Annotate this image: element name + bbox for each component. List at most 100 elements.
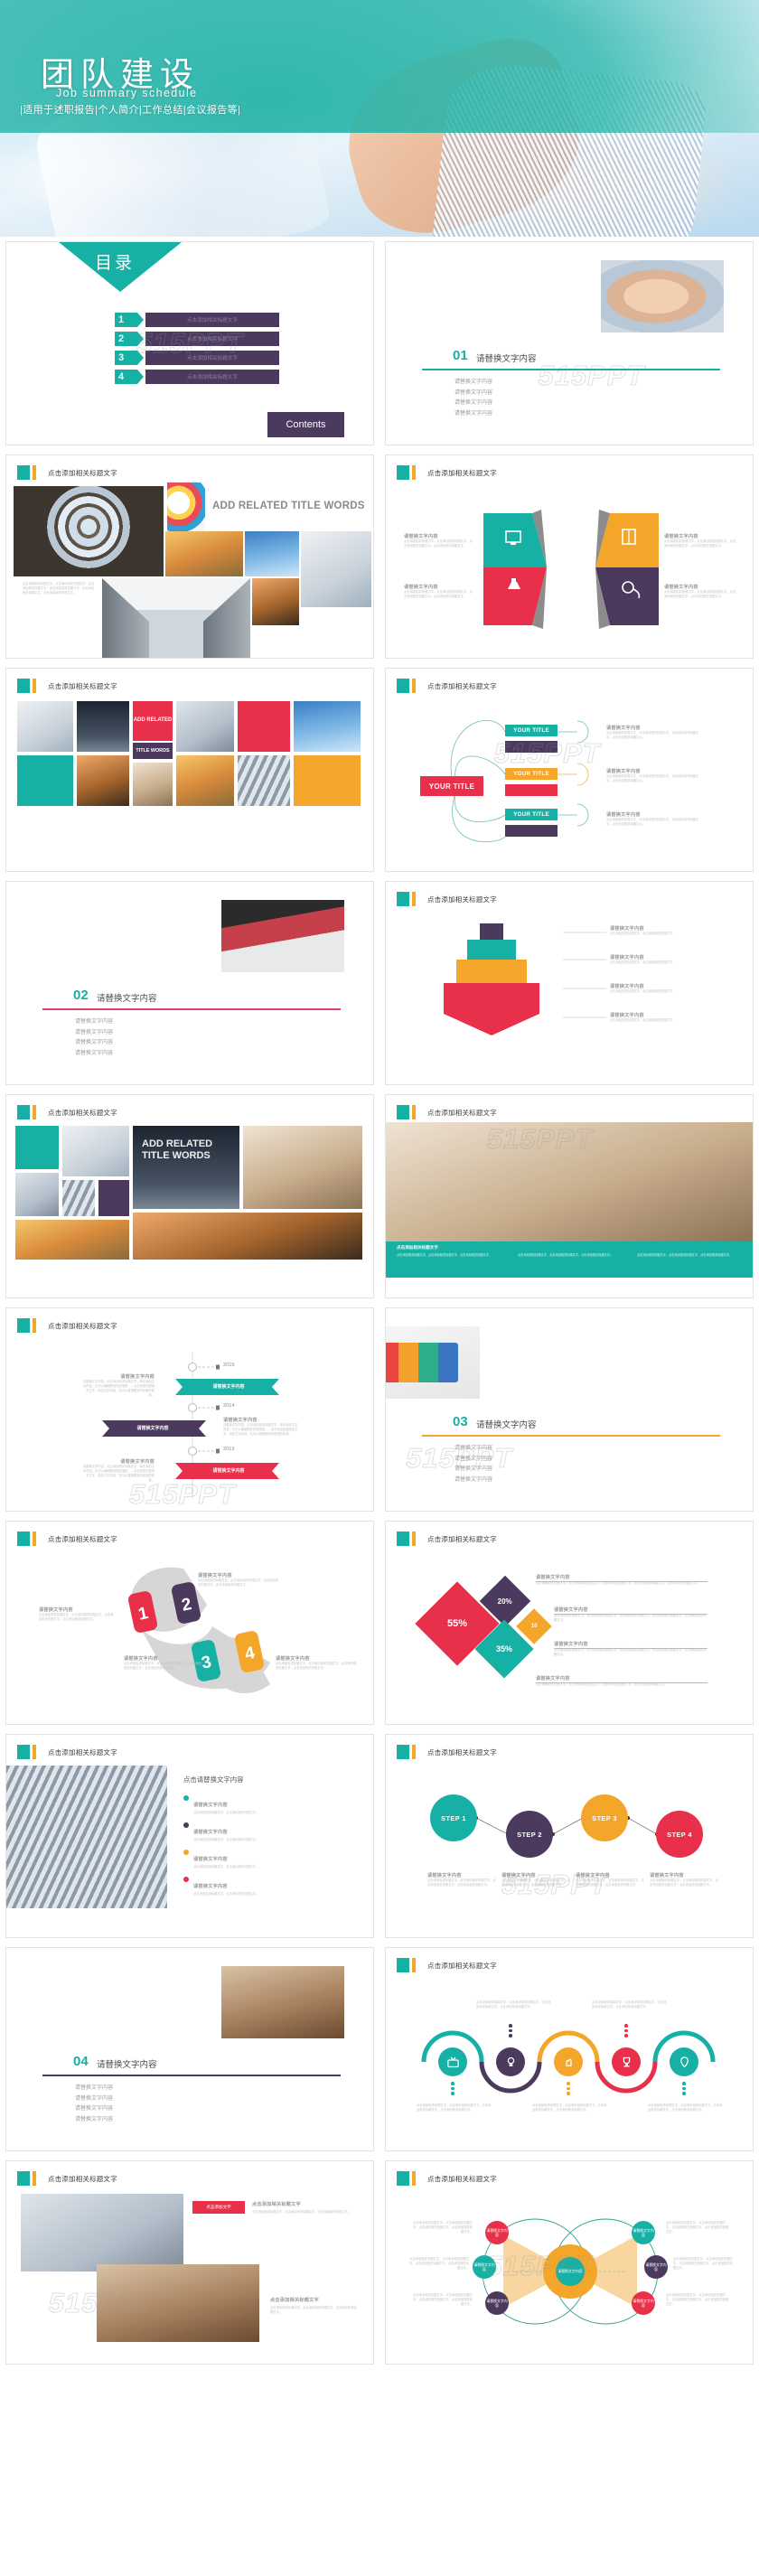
orange-bar-icon: [33, 2171, 36, 2186]
arch-icon-circle[interactable]: [554, 2047, 583, 2076]
venn-node[interactable]: 请替换文字内容: [632, 2291, 655, 2315]
slide-cell[interactable]: 点击添加相关标题文字 1 2 3 4 请替换文字内容 点击添加相关标题文字，点击…: [0, 1516, 380, 1729]
slide-cell[interactable]: 点击添加相关标题文字 点击添加文字 点击添加相关标题文字 点击添加相关标题文字，…: [0, 2156, 380, 2369]
venn-note: 点击添加相关标题文字，点击添加相关标题文字，点击添加相关标题文字，点击添加相关标…: [413, 2293, 473, 2306]
venn-note: 点击添加相关标题文字，点击添加相关标题文字，点击添加相关标题文字，点击添加相关标…: [666, 2221, 729, 2234]
arch-icon-circle[interactable]: [612, 2047, 641, 2076]
slide-cell[interactable]: 点击添加相关标题文字 ADD RELATED TITLE WORDS: [0, 1090, 380, 1303]
section-rule: [422, 369, 720, 370]
slide-gallery-1[interactable]: 点击添加相关标题文字 ADD RELATED TITLE WORDS 点击添加相…: [5, 454, 374, 659]
step-circle[interactable]: STEP 4: [656, 1811, 703, 1858]
list-item[interactable]: 4 点击添加相关标题文字: [115, 370, 279, 384]
slide-timeline[interactable]: 点击添加相关标题文字 2015 2014 2013 请替换文字内容 请替换文字内…: [5, 1307, 374, 1512]
contents-button[interactable]: Contents: [267, 412, 344, 437]
slide-cell[interactable]: 点击添加相关标题文字 55% 20% 10 35% 请替换文字内容 点击添加相关…: [380, 1516, 759, 1729]
timeline-year: 2014: [223, 1403, 235, 1409]
list-item: 请替换文字内容: [75, 2095, 114, 2102]
template-preview-page: 团队建设 Job summary schedule |适用于述职报告|个人简介|…: [0, 0, 759, 2576]
venn-node[interactable]: 请替换文字内容: [485, 2291, 509, 2315]
slide-cell[interactable]: 点击添加相关标题文字 点击请替换文字内容 请替换文字内容 点击添加相关标题文字，…: [0, 1729, 380, 1943]
slide-photo-banner[interactable]: 点击添加相关标题文字 点击添加相关标题文字 点击添加相关标题文字，点击添加相关标…: [385, 1094, 754, 1298]
note-body: 点击添加相关标题文字，点击添加相关标题文字，点击添加相关标题文字，点击添加相关标…: [536, 1581, 700, 1585]
arch-icon-circle[interactable]: [670, 2047, 698, 2076]
timeline-note: 请替换文字内容 请替换文字内容，点击添加相关标题文字，单击添加文字内容，在可以编…: [223, 1417, 299, 1437]
note-body: 点击添加相关标题文字，点击添加相关标题文字。: [610, 960, 676, 964]
slide-cell[interactable]: 点击添加相关标题文字 点击添加相关标题文字 点击添加相关标题文字，点击添加相关标…: [380, 1090, 759, 1303]
slide-section-01[interactable]: 01 请替换文字内容 请替换文字内容 请替换文字内容 请替换文字内容 请替换文字…: [385, 241, 754, 445]
venn-node[interactable]: 请替换文字内容: [473, 2255, 496, 2279]
slide-arch-icons[interactable]: 点击添加相关标题文字 点击添加相关标题文字，点击添加相关标题文字，点击添加相关标…: [385, 1947, 754, 2151]
section-number: 03: [453, 1414, 468, 1429]
stack-note: 请替换文字内容 点击添加相关标题文字，点击添加相关标题文字。: [610, 1012, 736, 1023]
slide-steps[interactable]: 点击添加相关标题文字 STEP 1 STEP 2 STEP 3 STEP 4 请…: [385, 1734, 754, 1938]
slide-cell[interactable]: 点击添加相关标题文字 请替换文字内容 请替换文字内容 请替换文字内容 请替换文字…: [380, 2156, 759, 2369]
note-title: 点击添加相关标题文字: [270, 2298, 319, 2303]
arch-icon-circle[interactable]: [496, 2047, 525, 2076]
section-number: 01: [453, 348, 468, 363]
slide-cell[interactable]: 目录 1 点击添加相关标题文字 2 点击添加相关标题文字 3 点击添加相关标题文…: [0, 237, 380, 450]
gesture-icon: [565, 2058, 572, 2066]
note-title: 请替换文字内容: [427, 1873, 462, 1878]
venn-node[interactable]: 请替换文字内容: [485, 2221, 509, 2244]
venn-note: 点击添加相关标题文字，点击添加相关标题文字，点击添加相关标题文字，点击添加相关标…: [409, 2257, 469, 2270]
slide-photo-bullets[interactable]: 点击添加相关标题文字 点击请替换文字内容 请替换文字内容 点击添加相关标题文字，…: [5, 1734, 374, 1938]
slide-header-title: 点击添加相关标题文字: [48, 2174, 117, 2183]
note-body: 点击添加相关标题文字，点击添加相关标题文字。: [193, 1864, 259, 1869]
ribbon-note: 请替换文字内容 点击添加相关标题文字，点击添加相关标题文字，点击添加相关标题文字…: [39, 1606, 115, 1622]
slide-cell[interactable]: 04 请替换文字内容 请替换文字内容 请替换文字内容 请替换文字内容 请替换文字…: [0, 1943, 380, 2156]
list-item[interactable]: 1 点击添加相关标题文字: [115, 313, 279, 327]
list-item: 请替换文字内容: [454, 1477, 493, 1484]
list-item: 请替换文字内容: [454, 411, 493, 417]
step-circle[interactable]: STEP 2: [506, 1811, 553, 1858]
slide-mindmap[interactable]: 点击添加相关标题文字 YOUR TITLE YOUR TITLE YOUR TI…: [385, 668, 754, 872]
photo-desk: [62, 1126, 129, 1176]
slide-photo-pair[interactable]: 点击添加相关标题文字 点击添加文字 点击添加相关标题文字 点击添加相关标题文字，…: [5, 2160, 374, 2365]
slide-cell[interactable]: 点击添加相关标题文字: [380, 450, 759, 663]
slide-venn[interactable]: 点击添加相关标题文字 请替换文字内容 请替换文字内容 请替换文字内容 请替换文字…: [385, 2160, 754, 2365]
slide-section-04[interactable]: 04 请替换文字内容 请替换文字内容 请替换文字内容 请替换文字内容 请替换文字…: [5, 1947, 374, 2151]
photo-desk: [17, 701, 73, 752]
photo-sky: [294, 701, 361, 752]
banner-photo: [386, 1122, 753, 1241]
slide-cell[interactable]: 点击添加相关标题文字 请替换文字内容 点击添加相关标题文字，点击添加相关标题文字…: [380, 876, 759, 1090]
slide-cell[interactable]: 01 请替换文字内容 请替换文字内容 请替换文字内容 请替换文字内容 请替换文字…: [380, 237, 759, 450]
slide-gallery-2[interactable]: 点击添加相关标题文字 ADD RELATED TITLE WORDS: [5, 668, 374, 872]
step-note: 请替换文字内容 点击添加相关标题文字，点击添加相关标题文字，点击添加相关标题文字…: [650, 1872, 718, 1888]
slide-number-ribbon[interactable]: 点击添加相关标题文字 1 2 3 4 请替换文字内容 点击添加相关标题文字，点击…: [5, 1521, 374, 1725]
slide-cell[interactable]: 点击添加相关标题文字 ADD RELATED TITLE WORDS 点击添加相…: [0, 450, 380, 663]
step-circle[interactable]: STEP 3: [581, 1794, 628, 1841]
slide-cell[interactable]: 点击添加相关标题文字 2015 2014 2013 请替换文字内容 请替换文字内…: [0, 1303, 380, 1516]
slide-diamonds[interactable]: 点击添加相关标题文字 55% 20% 10 35% 请替换文字内容 点击添加相关…: [385, 1521, 754, 1725]
mindmap-note: 请替换文字内容 点击添加相关标题文字，点击添加相关标题文字，点击添加相关标题文字…: [606, 725, 700, 740]
venn-node[interactable]: 请替换文字内容: [644, 2255, 668, 2279]
slide-cell[interactable]: 02 请替换文字内容 请替换文字内容 请替换文字内容 请替换文字内容 请替换文字…: [0, 876, 380, 1090]
note-title: 请替换文字内容: [501, 1873, 536, 1878]
teal-square-icon: [17, 1105, 30, 1119]
note-body: 点击添加相关标题文字，点击添加相关标题文字，点击添加相关标题文字，点击添加相关标…: [404, 539, 473, 548]
slide-cell[interactable]: 点击添加相关标题文字 STEP 1 STEP 2 STEP 3 STEP 4 请…: [380, 1729, 759, 1943]
venn-node[interactable]: 请替换文字内容: [632, 2221, 655, 2244]
mindmap-branch: [505, 784, 558, 796]
caption-col: 点击添加相关标题文字，点击添加相关标题文字，点击添加相关标题文字。: [637, 1253, 733, 1257]
slide-cell[interactable]: 点击添加相关标题文字 YOUR TITLE YOUR TITLE YOUR TI…: [380, 663, 759, 876]
slide-stack-steps[interactable]: 点击添加相关标题文字 请替换文字内容 点击添加相关标题文字，点击添加相关标题文字…: [385, 881, 754, 1085]
photo-field: [165, 531, 243, 576]
note-body: 点击添加相关标题文字，点击添加相关标题文字。: [610, 1018, 676, 1022]
arch-icon-circle[interactable]: [438, 2047, 467, 2076]
slide-hex-ribbon[interactable]: 点击添加相关标题文字 请替换文字内容 点击添加相关标题文字，点击添加相关标题文字…: [385, 454, 754, 659]
slide-cell[interactable]: 点击添加相关标题文字: [380, 1943, 759, 2156]
note-body: 请替换文字内容，点击添加相关标题文字，单击添加文字内容，在可以编辑删除的段落框。…: [223, 1423, 298, 1436]
section-list: 请替换文字内容 请替换文字内容 请替换文字内容 请替换文字内容: [454, 378, 492, 420]
slide-cell[interactable]: 03 请替换文字内容 请替换文字内容 请替换文字内容 请替换文字内容 请替换文字…: [380, 1303, 759, 1516]
slide-header: 点击添加相关标题文字: [397, 465, 497, 480]
slide-section-03[interactable]: 03 请替换文字内容 请替换文字内容 请替换文字内容 请替换文字内容 请替换文字…: [385, 1307, 754, 1512]
slide-section-02[interactable]: 02 请替换文字内容 请替换文字内容 请替换文字内容 请替换文字内容 请替换文字…: [5, 881, 374, 1085]
slide-cell[interactable]: 点击添加相关标题文字 ADD RELATED TITLE WORDS: [0, 663, 380, 876]
section-number: 02: [73, 988, 89, 1003]
toc-number: 2: [115, 332, 144, 346]
slide-gallery-3[interactable]: 点击添加相关标题文字 ADD RELATED TITLE WORDS: [5, 1094, 374, 1298]
list-item[interactable]: 3 点击添加相关标题文字: [115, 351, 279, 365]
list-item[interactable]: 2 点击添加相关标题文字: [115, 332, 279, 346]
step-circle[interactable]: STEP 1: [430, 1794, 477, 1841]
slide-toc[interactable]: 目录 1 点击添加相关标题文字 2 点击添加相关标题文字 3 点击添加相关标题文…: [5, 241, 374, 445]
